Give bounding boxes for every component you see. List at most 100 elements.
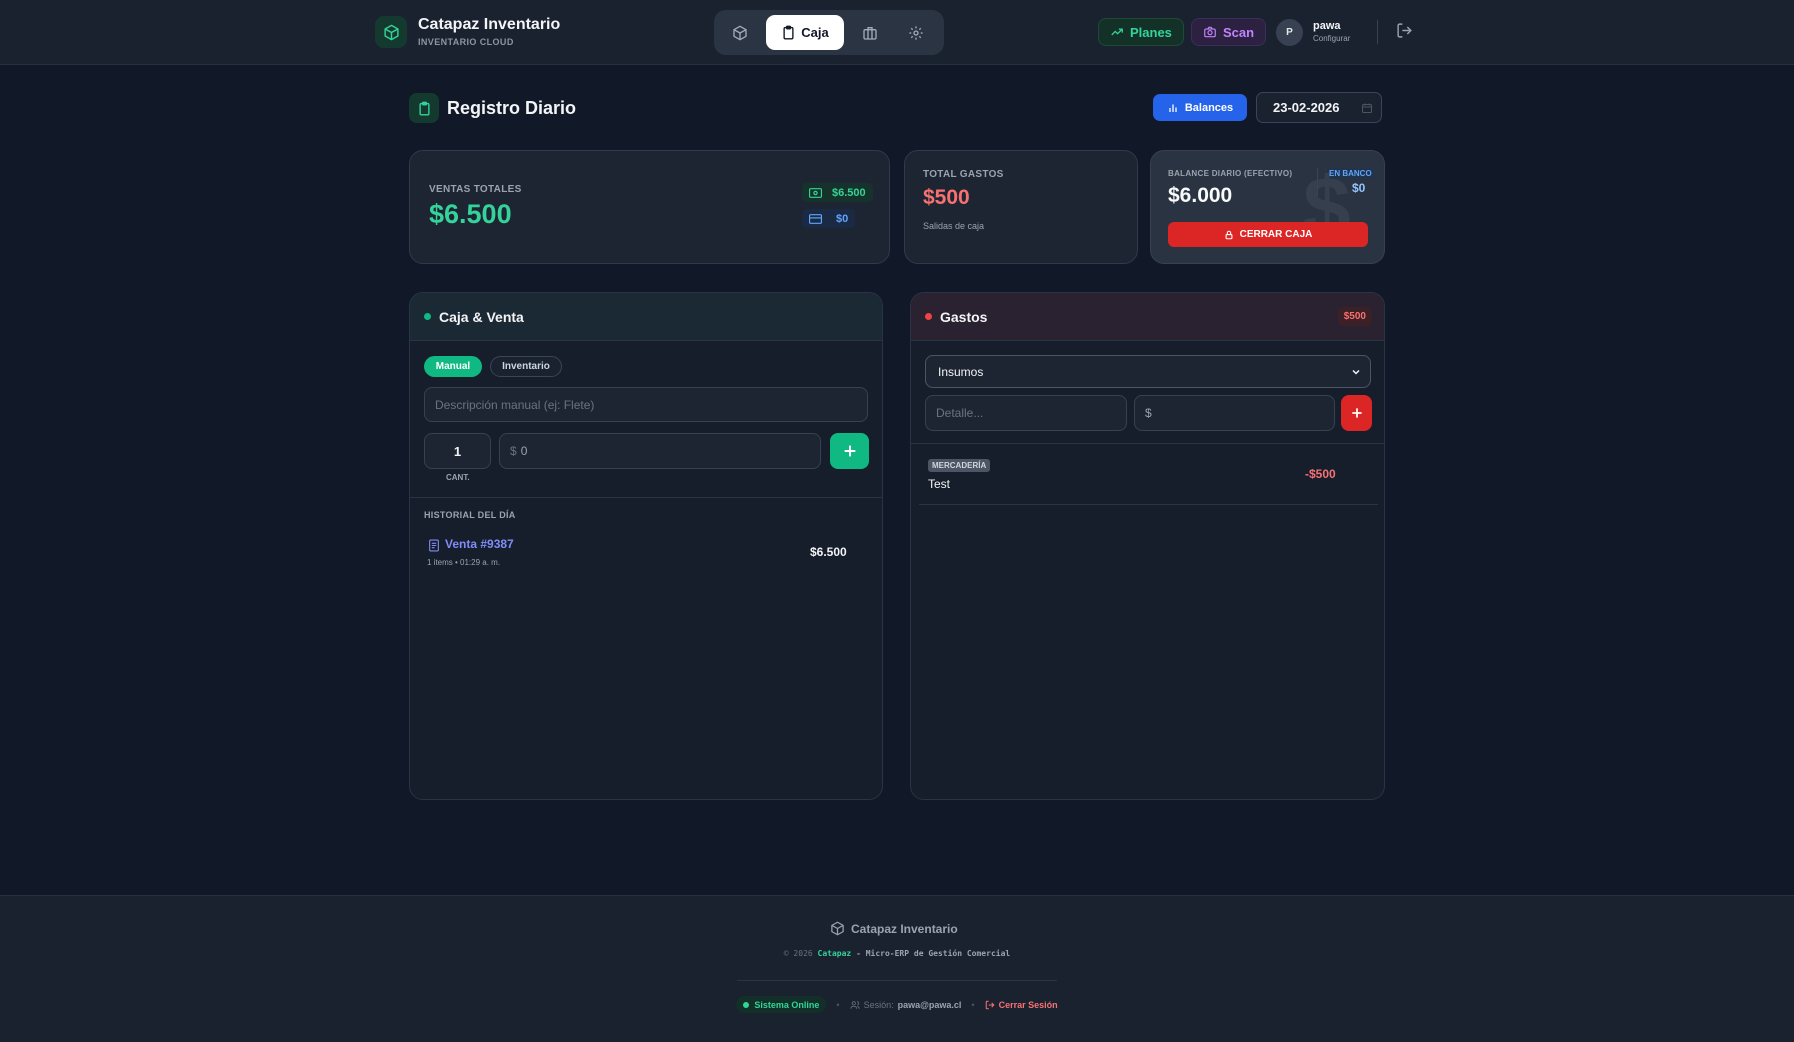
add-sale-button[interactable] xyxy=(830,433,869,469)
nav-inventory-button[interactable] xyxy=(720,15,760,50)
footer-logout-label: Cerrar Sesión xyxy=(998,999,1058,1010)
manual-description-input[interactable]: Descripción manual (ej: Flete) xyxy=(424,387,868,422)
page-title: Registro Diario xyxy=(447,98,577,118)
header-divider xyxy=(1377,20,1378,44)
expense-category-badge: MERCADERÍA xyxy=(928,459,991,472)
daily-balance-card: $ BALANCE DIARIO (EFECTIVO) $6.000 EN BA… xyxy=(1150,150,1385,264)
list-item[interactable]: Venta #9387 1 items • 01:29 a. m. $6.500 xyxy=(424,537,854,579)
session-label: Sesión: xyxy=(863,999,894,1010)
gear-icon xyxy=(909,25,923,40)
sales-total-card: VENTAS TOTALES $6.500 $6.500 $0 xyxy=(409,150,890,264)
chevron-down-icon xyxy=(1352,369,1360,375)
quantity-input[interactable]: 1 xyxy=(424,433,491,469)
session-email: pawa@pawa.cl xyxy=(897,999,962,1010)
caja-panel-title: Caja & Venta xyxy=(439,308,524,325)
plus-icon xyxy=(1351,408,1362,418)
caja-panel: Caja & Venta Manual Inventario Descripci… xyxy=(409,292,883,800)
nav-store-button[interactable] xyxy=(850,15,890,50)
add-expense-button[interactable] xyxy=(1341,395,1372,431)
copyright-brand: Catapaz xyxy=(817,949,852,958)
status-dot-icon xyxy=(925,313,932,320)
planes-button[interactable]: Planes xyxy=(1098,18,1184,46)
briefcase-icon xyxy=(863,26,877,40)
expense-category-select[interactable]: Insumos xyxy=(925,355,1371,388)
expense-name: Test xyxy=(928,477,951,491)
price-input[interactable]: $ 0 xyxy=(499,433,821,469)
expenses-total-sub: Salidas de caja xyxy=(923,221,985,231)
cash-sales-value: $6.500 xyxy=(832,186,866,199)
date-picker[interactable]: 23-02-2026 xyxy=(1256,92,1382,123)
receipt-icon xyxy=(429,539,439,552)
cube-logo-icon xyxy=(375,16,407,48)
date-value: 23-02-2026 xyxy=(1273,100,1340,115)
brand-subtitle: INVENTARIO CLOUD xyxy=(418,37,514,47)
copyright-prefix: © 2026 xyxy=(783,949,813,958)
bank-value: $0 xyxy=(1352,181,1366,195)
logout-icon xyxy=(1397,23,1412,38)
footer-copyright: © 2026 Catapaz - Micro-ERP de Gestión Co… xyxy=(0,949,1794,958)
footer-logout-button[interactable]: Cerrar Sesión xyxy=(985,1000,1058,1010)
cash-icon xyxy=(809,187,822,198)
nav-caja-button[interactable]: Caja xyxy=(766,15,844,50)
expense-amount: -$500 xyxy=(1305,467,1336,481)
system-status-label: Sistema Online xyxy=(754,999,820,1010)
cash-sales-chip: $6.500 xyxy=(802,183,873,202)
footer-status-bar: Sistema Online • Sesión: pawa@pawa.cl • … xyxy=(0,996,1794,1013)
sale-link[interactable]: Venta #9387 xyxy=(445,537,514,551)
clipboard-title-icon xyxy=(409,93,439,123)
close-register-button[interactable]: CERRAR CAJA xyxy=(1168,222,1368,247)
divider xyxy=(410,497,882,498)
expenses-total-value: $500 xyxy=(923,186,970,209)
lock-icon xyxy=(1225,230,1233,239)
plus-icon xyxy=(844,445,855,457)
expenses-badge: $500 xyxy=(1337,307,1372,326)
close-register-label: CERRAR CAJA xyxy=(1239,229,1313,240)
logout-button[interactable] xyxy=(1396,22,1413,39)
status-dot-icon xyxy=(424,313,431,320)
quantity-label: CANT. xyxy=(446,473,470,482)
scan-button[interactable]: Scan xyxy=(1191,18,1267,46)
history-label: HISTORIAL DEL DÍA xyxy=(424,510,516,520)
expenses-total-card: TOTAL GASTOS $500 Salidas de caja xyxy=(904,150,1138,264)
sale-meta: 1 items • 01:29 a. m. xyxy=(427,558,501,567)
tab-manual[interactable]: Manual xyxy=(424,356,482,377)
footer-divider xyxy=(737,980,1057,981)
cube-icon xyxy=(831,921,844,936)
system-status-badge: Sistema Online xyxy=(736,996,827,1013)
tab-inventario[interactable]: Inventario xyxy=(490,356,562,377)
footer: Catapaz Inventario © 2026 Catapaz - Micr… xyxy=(0,895,1794,1042)
camera-icon xyxy=(1204,26,1216,38)
card-sales-chip: $0 xyxy=(802,209,856,228)
separator-dot: • xyxy=(971,999,975,1010)
balance-label: BALANCE DIARIO (EFECTIVO) xyxy=(1168,169,1293,178)
calendar-icon xyxy=(1362,103,1372,113)
nav-caja-label: Caja xyxy=(801,25,829,40)
planes-label: Planes xyxy=(1130,24,1172,40)
brand-title: Catapaz Inventario xyxy=(418,16,561,33)
bar-chart-icon xyxy=(1169,104,1177,112)
gastos-panel: Gastos $500 Insumos Detalle... $ MERCADE… xyxy=(910,292,1385,800)
logout-icon xyxy=(985,1000,995,1009)
configure-link[interactable]: Configurar xyxy=(1313,34,1350,43)
copyright-suffix: - Micro-ERP de Gestión Comercial xyxy=(856,949,1011,958)
main-nav: Caja xyxy=(714,10,944,55)
card-sales-value: $0 xyxy=(836,212,849,225)
nav-settings-button[interactable] xyxy=(896,15,936,50)
separator-dot: • xyxy=(836,999,840,1010)
balances-button[interactable]: Balances xyxy=(1153,94,1247,121)
gastos-panel-header: Gastos $500 xyxy=(911,293,1384,341)
expense-amount-input[interactable]: $ xyxy=(1134,395,1335,431)
credit-card-icon xyxy=(809,213,822,224)
online-dot-icon xyxy=(743,1001,750,1008)
trending-up-icon xyxy=(1111,28,1123,36)
expense-detail-input[interactable]: Detalle... xyxy=(925,395,1127,431)
users-icon xyxy=(849,1000,860,1009)
scan-label: Scan xyxy=(1223,24,1255,40)
list-item: MERCADERÍA Test -$500 xyxy=(919,459,1378,505)
gastos-panel-title: Gastos xyxy=(940,308,988,325)
balance-value: $6.000 xyxy=(1168,184,1233,207)
price-placeholder: 0 xyxy=(520,444,528,458)
footer-brand: Catapaz Inventario xyxy=(830,921,958,936)
avatar[interactable]: P xyxy=(1276,19,1303,46)
expense-detail-placeholder: Detalle... xyxy=(936,406,984,420)
